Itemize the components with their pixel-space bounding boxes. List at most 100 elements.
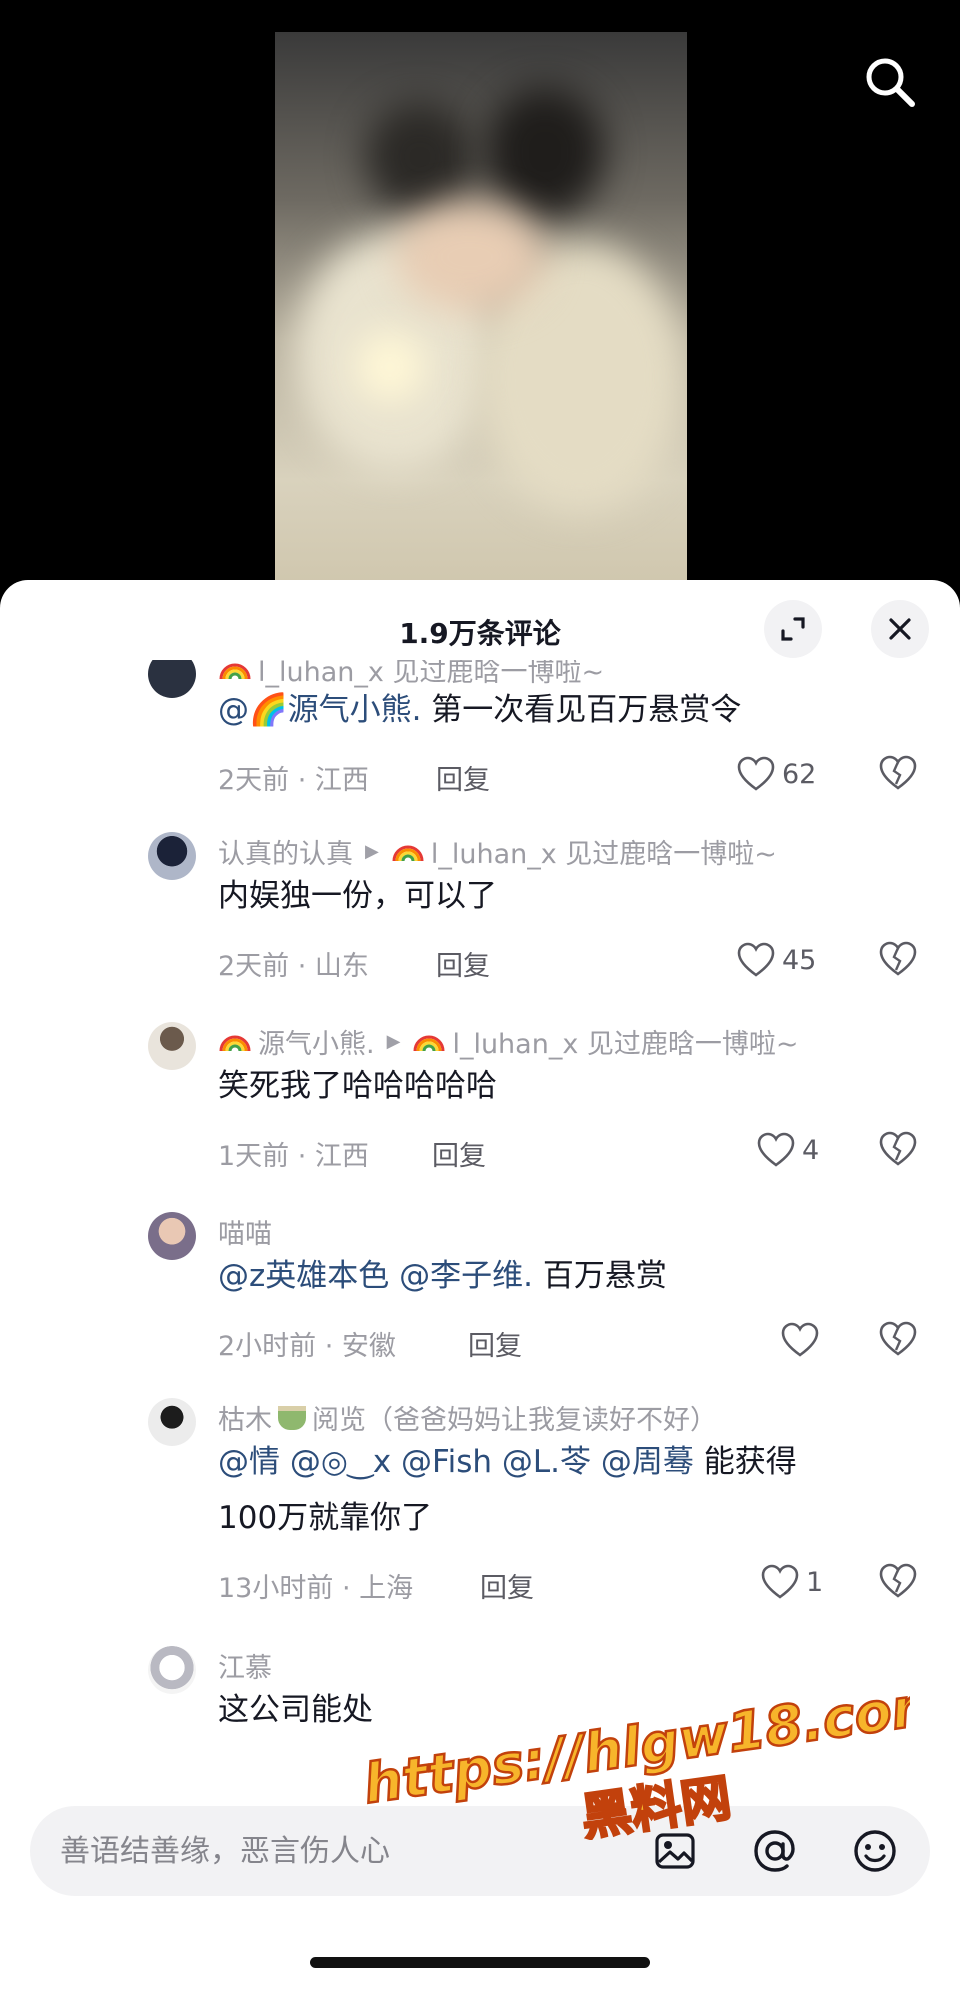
reply-button[interactable]: 回复 — [436, 758, 490, 797]
broken-heart-icon — [879, 941, 917, 976]
comment-footer: 13小时前 · 上海 回复 1 — [218, 1562, 918, 1605]
heart-icon — [737, 942, 775, 977]
comment-username[interactable]: 喵喵 — [218, 1212, 272, 1251]
dislike-button[interactable] — [878, 940, 918, 980]
comment-footer: 2天前 · 江西 回复 62 — [218, 754, 918, 797]
comment-item: 江慕 这公司能处 — [0, 1640, 960, 1766]
comment-footer: 2天前 · 山东 回复 45 — [218, 940, 918, 983]
emoji-icon — [854, 1830, 896, 1872]
comment-item: 源气小熊. ▶ l_luhan_x 见过鹿晗一博啦~ 笑死我了哈哈哈哈哈 1天前… — [0, 1016, 960, 1194]
search-icon — [866, 58, 915, 107]
video-area[interactable] — [0, 0, 960, 600]
mention-link[interactable]: @z英雄本色 @李子维. — [218, 1258, 533, 1294]
comment-time-location: 13小时前 · 上海 — [218, 1573, 414, 1604]
comment-body: 这公司能处 — [218, 1692, 373, 1728]
reply-button[interactable]: 回复 — [432, 1134, 486, 1173]
avatar[interactable] — [148, 660, 196, 698]
reply-button[interactable]: 回复 — [436, 944, 490, 983]
comment-sheet: 1.9万条评论 l_luhan_x 见过鹿晗一博啦~ @🌈源气小熊. 第一次看见… — [0, 580, 960, 1994]
image-button[interactable] — [652, 1828, 698, 1874]
like-button[interactable]: 4 — [756, 1130, 819, 1170]
username-text: 枯木 — [218, 1405, 272, 1436]
dislike-button[interactable] — [878, 1130, 918, 1170]
mention-link[interactable]: @情 @◎‿x @Fish @L.苓 @周蓦 — [218, 1444, 694, 1480]
expand-icon — [781, 617, 805, 641]
avatar[interactable] — [148, 1646, 196, 1694]
like-count: 4 — [802, 1134, 820, 1166]
broken-heart-icon — [879, 1321, 917, 1356]
reply-button[interactable]: 回复 — [480, 1566, 534, 1605]
heart-icon — [761, 1564, 799, 1599]
like-button[interactable]: 1 — [760, 1562, 823, 1602]
comment-username[interactable]: 江慕 — [218, 1646, 272, 1685]
comment-input[interactable] — [60, 1826, 620, 1876]
emoji-button[interactable] — [852, 1828, 898, 1874]
comment-footer: 2小时前 · 安徽 回复 — [218, 1320, 918, 1363]
search-button[interactable] — [860, 52, 920, 112]
heart-icon — [737, 756, 775, 791]
comment-username[interactable]: 认真的认真 ▶ l_luhan_x 见过鹿晗一博啦~ — [218, 832, 777, 871]
image-icon — [655, 1833, 695, 1869]
rainbow-icon — [392, 845, 424, 861]
comment-body: 能获得 — [693, 1444, 797, 1480]
avatar[interactable] — [148, 832, 196, 880]
avatar[interactable] — [148, 1212, 196, 1260]
broken-heart-icon — [879, 1563, 917, 1598]
broken-heart-icon — [879, 755, 917, 790]
close-button[interactable] — [871, 600, 929, 658]
comment-text: @🌈源气小熊. 第一次看见百万悬赏令 — [218, 682, 741, 738]
comment-text: @z英雄本色 @李子维. 百万悬赏 — [218, 1248, 667, 1304]
comment-item: 认真的认真 ▶ l_luhan_x 见过鹿晗一博啦~ 内娱独一份，可以了 2天前… — [0, 826, 960, 1004]
like-count: 45 — [782, 944, 817, 976]
comment-input-bar — [0, 1790, 960, 1900]
comment-footer: 1天前 · 江西 回复 4 — [218, 1130, 918, 1173]
at-icon — [754, 1830, 795, 1872]
comment-body-line2: 100万就靠你了 — [218, 1500, 433, 1536]
comment-body: 百万悬赏 — [532, 1258, 667, 1294]
like-button[interactable] — [780, 1320, 826, 1360]
comment-username[interactable]: 枯木 阅览（爸爸妈妈让我复读好不好） — [218, 1398, 717, 1437]
heart-icon — [781, 1322, 819, 1357]
broken-heart-icon — [879, 1131, 917, 1166]
dislike-button[interactable] — [878, 1562, 918, 1602]
comment-username[interactable]: 源气小熊. ▶ l_luhan_x 见过鹿晗一博啦~ — [218, 1022, 799, 1061]
username-text: 源气小熊. — [258, 1029, 375, 1060]
expand-button[interactable] — [764, 600, 822, 658]
mention-link[interactable]: @🌈源气小熊. — [218, 692, 421, 728]
like-count: 1 — [806, 1566, 824, 1598]
like-button[interactable]: 62 — [736, 754, 816, 794]
comment-body: 笑死我了哈哈哈哈哈 — [218, 1068, 497, 1104]
comment-input-container[interactable] — [30, 1806, 930, 1896]
close-icon — [889, 618, 911, 640]
username-text: 喵喵 — [218, 1219, 272, 1250]
comment-time-location: 2小时前 · 安徽 — [218, 1331, 396, 1362]
comment-time-location: 2天前 · 山东 — [218, 951, 369, 982]
comment-list[interactable]: l_luhan_x 见过鹿晗一博啦~ @🌈源气小熊. 第一次看见百万悬赏令 2天… — [0, 660, 960, 1766]
reply-button[interactable]: 回复 — [468, 1324, 522, 1363]
comment-item: 喵喵 @z英雄本色 @李子维. 百万悬赏 2小时前 · 安徽 回复 — [0, 1206, 960, 1384]
rainbow-icon — [219, 1035, 251, 1051]
reply-arrow-icon: ▶ — [386, 1031, 401, 1052]
dislike-button[interactable] — [878, 1320, 918, 1360]
dislike-button[interactable] — [878, 754, 918, 794]
mention-button[interactable] — [752, 1828, 798, 1874]
rainbow-icon — [413, 1035, 445, 1051]
comment-item: l_luhan_x 见过鹿晗一博啦~ @🌈源气小熊. 第一次看见百万悬赏令 2天… — [0, 660, 960, 796]
comment-time-location: 1天前 · 江西 — [218, 1141, 369, 1172]
username-text: 认真的认真 — [218, 839, 353, 870]
rainbow-icon — [219, 663, 251, 679]
like-button[interactable]: 45 — [736, 940, 816, 980]
video-thumbnail[interactable] — [275, 32, 687, 592]
username-text: 江慕 — [218, 1653, 272, 1684]
comment-time-location: 2天前 · 江西 — [218, 765, 369, 796]
comment-item: 枯木 阅览（爸爸妈妈让我复读好不好） @情 @◎‿x @Fish @L.苓 @周… — [0, 1392, 960, 1628]
avatar[interactable] — [148, 1398, 196, 1446]
tea-icon — [278, 1405, 306, 1430]
heart-icon — [757, 1132, 795, 1167]
home-indicator[interactable] — [310, 1957, 650, 1968]
reply-target-username: l_luhan_x 见过鹿晗一博啦~ — [430, 839, 777, 870]
avatar[interactable] — [148, 1022, 196, 1070]
comment-body: 第一次看见百万悬赏令 — [421, 692, 742, 728]
comment-body: 内娱独一份，可以了 — [218, 878, 497, 914]
comment-text: @情 @◎‿x @Fish @L.苓 @周蓦 能获得 — [218, 1434, 797, 1490]
